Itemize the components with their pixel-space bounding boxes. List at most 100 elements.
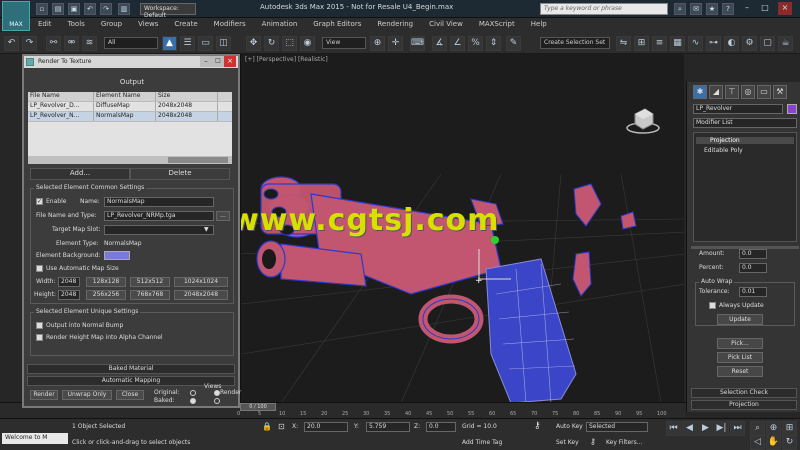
viewcube[interactable]	[626, 108, 660, 134]
menu-graph-editors[interactable]: Graph Editors	[305, 18, 369, 32]
rotate-icon[interactable]: ↻	[264, 36, 279, 51]
percent-snap-icon[interactable]: %	[468, 36, 483, 51]
schematic-view-icon[interactable]: ⊶	[706, 36, 721, 51]
motion-tab-icon[interactable]: ◎	[741, 85, 755, 99]
align-icon[interactable]: ⊞	[634, 36, 649, 51]
menu-views[interactable]: Views	[130, 18, 166, 32]
menu-maxscript[interactable]: MAXScript	[471, 18, 523, 32]
rectangular-selection-icon[interactable]: ▭	[198, 36, 213, 51]
edit-named-selection-icon[interactable]: ✎	[506, 36, 521, 51]
width-field[interactable]: 2048	[58, 277, 80, 287]
file-name-field[interactable]: LP_Revolver_NRMp.tga	[104, 211, 214, 221]
zoom-extents-icon[interactable]: ⊞	[782, 421, 797, 436]
keyboard-shortcut-override-icon[interactable]: ⌨	[410, 36, 425, 51]
move-icon[interactable]: ✥	[246, 36, 261, 51]
select-object-icon[interactable]: ▲	[162, 36, 177, 51]
mirror-icon[interactable]: ⇋	[616, 36, 631, 51]
select-by-name-icon[interactable]: ☰	[180, 36, 195, 51]
previous-frame-icon[interactable]: ◀	[682, 421, 697, 436]
undo-icon[interactable]: ↶	[84, 3, 96, 15]
original-views-radio[interactable]	[190, 390, 196, 396]
baked-material-rollout[interactable]: Baked Material	[27, 364, 235, 374]
undo-button[interactable]: ↶	[4, 36, 19, 51]
play-icon[interactable]: ▶	[698, 421, 713, 436]
utilities-tab-icon[interactable]: ⚒	[773, 85, 787, 99]
baked-views-radio[interactable]	[190, 398, 196, 404]
table-row[interactable]: LP_Revolver_N... NormalsMap 2048x2048	[28, 112, 232, 122]
link-icon[interactable]: ⚯	[46, 36, 61, 51]
close-icon[interactable]: ×	[778, 2, 792, 15]
set-key-button[interactable]: Set Key	[556, 439, 579, 446]
named-selection-select[interactable]: Create Selection Set	[540, 37, 610, 49]
size-256-button[interactable]: 256x256	[86, 290, 126, 300]
pivot-center-icon[interactable]: ⊕	[370, 36, 385, 51]
window-crossing-icon[interactable]: ◫	[216, 36, 231, 51]
place-icon[interactable]: ◉	[300, 36, 315, 51]
zoom-all-icon[interactable]: ⊕	[766, 421, 781, 436]
search-icon[interactable]: ⌕	[674, 3, 686, 15]
dialog-minimize-icon[interactable]: –	[200, 56, 212, 67]
delete-element-button[interactable]: Delete	[130, 168, 230, 180]
next-frame-icon[interactable]: ▶|	[714, 421, 729, 436]
column-size[interactable]: Size	[156, 92, 218, 101]
menu-civil-view[interactable]: Civil View	[421, 18, 471, 32]
open-file-icon[interactable]: ▤	[52, 3, 64, 15]
app-logo[interactable]: MAX	[2, 1, 30, 31]
size-2048-button[interactable]: 2048x2048	[174, 290, 228, 300]
display-tab-icon[interactable]: ▭	[757, 85, 771, 99]
dialog-close-icon[interactable]: ×	[224, 56, 236, 67]
graphite-toggle-icon[interactable]: ▦	[670, 36, 685, 51]
render-button[interactable]: Render	[30, 390, 58, 400]
maxscript-listener[interactable]: Welcome to M	[2, 433, 68, 444]
key-filters-button[interactable]: Key Filters...	[606, 439, 643, 446]
scale-icon[interactable]: ⬚	[282, 36, 297, 51]
object-color-swatch[interactable]	[787, 104, 797, 114]
selection-filter-select[interactable]: All	[104, 37, 158, 49]
pick-list-button[interactable]: Pick List	[717, 352, 763, 363]
hierarchy-tab-icon[interactable]: ⊤	[725, 85, 739, 99]
output-normal-bump-checkbox[interactable]	[36, 322, 43, 329]
snap-toggle-icon[interactable]: ∡	[432, 36, 447, 51]
y-coord-field[interactable]: 5.759	[366, 422, 410, 432]
auto-key-button[interactable]: Auto Key	[556, 423, 583, 430]
material-editor-icon[interactable]: ◐	[724, 36, 739, 51]
auto-map-size-checkbox[interactable]	[36, 265, 43, 272]
key-mode-select[interactable]: Selected	[586, 422, 648, 432]
size-1024-button[interactable]: 1024x1024	[174, 277, 228, 287]
rendered-frame-window-icon[interactable]: ▢	[760, 36, 775, 51]
save-file-icon[interactable]: ▣	[68, 3, 80, 15]
unwrap-only-button[interactable]: Unwrap Only	[62, 390, 112, 400]
modify-tab-icon[interactable]: ◢	[709, 85, 723, 99]
menu-rendering[interactable]: Rendering	[369, 18, 421, 32]
dialog-maximize-icon[interactable]: □	[212, 56, 224, 67]
zoom-icon[interactable]: ⌕	[750, 421, 765, 436]
column-file-name[interactable]: File Name	[28, 92, 94, 101]
field-of-view-icon[interactable]: ◁	[750, 435, 765, 450]
workspace-select[interactable]: Workspace: Default	[140, 3, 196, 19]
projection-rollout[interactable]: Projection	[691, 400, 797, 410]
size-768-button[interactable]: 768x768	[130, 290, 170, 300]
redo-button[interactable]: ↷	[22, 36, 37, 51]
menu-help[interactable]: Help	[523, 18, 555, 32]
close-button[interactable]: Close	[116, 390, 144, 400]
stack-item-editable-poly[interactable]: Editable Poly	[696, 147, 794, 154]
browse-file-button[interactable]: …	[216, 211, 230, 221]
tolerance-field[interactable]: 0.01	[739, 287, 767, 297]
output-rollout-header[interactable]: Output	[28, 78, 236, 89]
bind-space-warp-icon[interactable]: ≋	[82, 36, 97, 51]
percent-field[interactable]: 0.0	[739, 263, 767, 273]
modifier-list-select[interactable]: Modifier List	[693, 118, 797, 128]
render-setup-icon[interactable]: ⚙	[742, 36, 757, 51]
communication-center-icon[interactable]: ✉	[690, 3, 702, 15]
spinner-snap-icon[interactable]: ⇕	[486, 36, 501, 51]
always-update-checkbox[interactable]	[709, 302, 716, 309]
selection-check-rollout[interactable]: Selection Check	[691, 388, 797, 398]
render-production-icon[interactable]: ☕	[778, 36, 793, 51]
name-field[interactable]: NormalsMap	[104, 197, 214, 207]
scrollbar-thumb[interactable]	[168, 157, 228, 163]
size-512-button[interactable]: 512x512	[130, 277, 170, 287]
target-map-slot-select[interactable]	[104, 225, 214, 235]
select-and-manipulate-icon[interactable]: ✛	[388, 36, 403, 51]
amount-field[interactable]: 0.0	[739, 249, 767, 259]
menu-tools[interactable]: Tools	[60, 18, 93, 32]
